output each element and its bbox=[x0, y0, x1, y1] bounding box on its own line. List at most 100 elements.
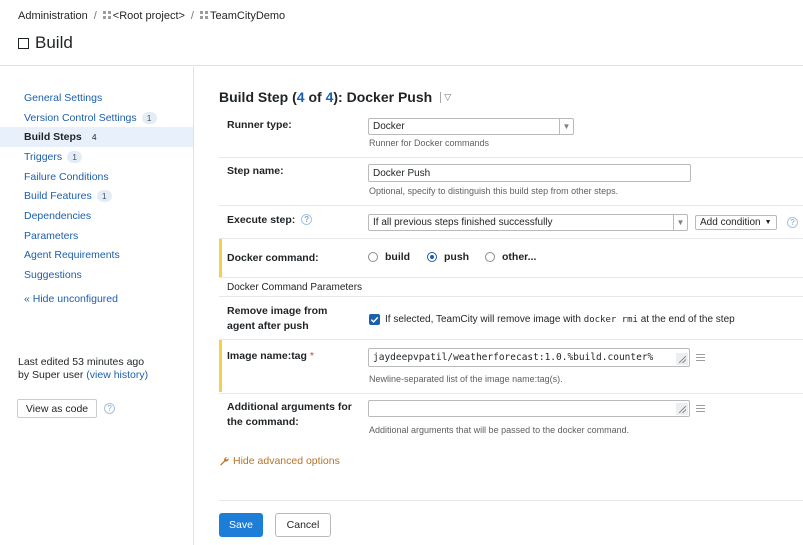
breadcrumb-teamcitydemo[interactable]: TeamCityDemo bbox=[210, 10, 285, 22]
step-name-input[interactable]: Docker Push bbox=[368, 164, 691, 182]
docker-command-other-radio[interactable]: other... bbox=[485, 251, 536, 263]
settings-nav: General Settings Version Control Setting… bbox=[0, 88, 193, 285]
radio-label: push bbox=[444, 251, 470, 263]
save-button[interactable]: Save bbox=[219, 513, 263, 537]
last-edited-time: Last edited 53 minutes ago bbox=[18, 356, 145, 368]
radio-button-selected[interactable] bbox=[427, 252, 437, 262]
count-badge: 1 bbox=[141, 111, 157, 124]
build-step-form: Build Step (4 of 4): Docker Push ▽ Runne… bbox=[195, 67, 803, 545]
build-config-icon bbox=[18, 37, 29, 49]
chevron-down-icon[interactable]: ▽ bbox=[440, 91, 451, 103]
divider bbox=[219, 277, 803, 278]
execute-step-label: Execute step: ? bbox=[227, 213, 313, 228]
parameter-list-icon[interactable] bbox=[696, 405, 705, 412]
sidebar-item-agent-requirements[interactable]: Agent Requirements bbox=[0, 246, 193, 266]
step-name-label: Step name: bbox=[227, 165, 284, 177]
image-name-value: jaydeepvpatil/weatherforecast:1.0.%build… bbox=[373, 352, 654, 363]
hide-advanced-options-link[interactable]: Hide advanced options bbox=[219, 455, 340, 467]
breadcrumb-separator: / bbox=[93, 10, 97, 22]
count-badge: 4 bbox=[91, 132, 97, 143]
sidebar-item-build-steps[interactable]: Build Steps 4 bbox=[0, 127, 193, 148]
execute-step-select[interactable]: If all previous steps finished successfu… bbox=[368, 214, 688, 231]
radio-label: other... bbox=[502, 251, 537, 263]
runner-type-note: Runner for Docker commands bbox=[369, 138, 490, 148]
resize-handle-icon[interactable] bbox=[676, 353, 688, 365]
sidebar-item-label: General Settings bbox=[24, 91, 103, 104]
breadcrumb-administration[interactable]: Administration bbox=[18, 10, 88, 22]
required-field-marker bbox=[219, 239, 222, 277]
runner-type-select[interactable]: Docker ▼ bbox=[368, 118, 574, 135]
chevron-down-icon: ▼ bbox=[673, 215, 687, 230]
sidebar-item-label: Suggestions bbox=[24, 269, 82, 282]
divider bbox=[219, 238, 803, 239]
view-as-code-button[interactable]: View as code bbox=[17, 399, 97, 418]
additional-args-textarea[interactable] bbox=[368, 400, 690, 417]
resize-handle-icon[interactable] bbox=[676, 403, 688, 415]
step-heading: Build Step (4 of 4): Docker Push ▽ bbox=[219, 89, 451, 105]
docker-command-label: Docker command: bbox=[227, 252, 319, 264]
execute-step-label-text: Execute step: bbox=[227, 214, 296, 226]
hide-unconfigured-link[interactable]: « Hide unconfigured bbox=[24, 293, 118, 305]
count-badge: 1 bbox=[96, 190, 112, 203]
sidebar-item-build-features[interactable]: Build Features 1 bbox=[0, 186, 193, 206]
sidebar-item-version-control-settings[interactable]: Version Control Settings 1 bbox=[0, 108, 193, 128]
heading-current-step[interactable]: 4 bbox=[297, 89, 305, 105]
section-header: Docker Command Parameters bbox=[227, 282, 363, 293]
breadcrumb: Administration / <Root project> / TeamCi… bbox=[18, 10, 285, 22]
sidebar-item-label: Agent Requirements bbox=[24, 249, 120, 262]
sidebar-item-dependencies[interactable]: Dependencies bbox=[0, 206, 193, 226]
required-asterisk: * bbox=[309, 350, 314, 362]
remove-image-checkbox[interactable] bbox=[369, 314, 380, 325]
sidebar-item-label: Parameters bbox=[24, 229, 79, 242]
chevron-down-icon: ▼ bbox=[764, 219, 772, 226]
sidebar-item-parameters[interactable]: Parameters bbox=[0, 226, 193, 246]
hide-advanced-options-label: Hide advanced options bbox=[233, 455, 340, 467]
sidebar-item-label: Failure Conditions bbox=[24, 170, 109, 183]
image-name-label-text: Image name:tag bbox=[227, 350, 307, 362]
additional-args-note: Additional arguments that will be passed… bbox=[369, 425, 630, 435]
remove-image-label: Remove image from agent after push bbox=[227, 305, 328, 332]
step-name-note: Optional, specify to distinguish this bu… bbox=[369, 186, 619, 196]
sidebar-item-label: Triggers bbox=[24, 150, 63, 163]
runner-type-label: Runner type: bbox=[227, 119, 292, 131]
add-condition-button[interactable]: Add condition ▼ bbox=[695, 215, 777, 230]
heading-prefix: Build Step ( bbox=[219, 89, 297, 105]
heading-of: of bbox=[304, 89, 326, 105]
page-title: Build bbox=[18, 33, 73, 53]
step-name-value: Docker Push bbox=[373, 167, 431, 179]
help-icon[interactable]: ? bbox=[301, 214, 313, 225]
image-name-textarea[interactable]: jaydeepvpatil/weatherforecast:1.0.%build… bbox=[368, 348, 690, 367]
chevron-down-icon: ▼ bbox=[559, 119, 573, 134]
breadcrumb-separator: / bbox=[190, 10, 194, 22]
divider bbox=[219, 157, 803, 158]
breadcrumb-root-project[interactable]: <Root project> bbox=[113, 10, 185, 22]
docker-command-build-radio[interactable]: build bbox=[368, 251, 410, 263]
count-badge: 1 bbox=[67, 150, 83, 163]
radio-button[interactable] bbox=[368, 252, 378, 262]
cancel-button[interactable]: Cancel bbox=[275, 513, 331, 537]
parameter-list-icon[interactable] bbox=[696, 354, 705, 361]
sidebar-item-failure-conditions[interactable]: Failure Conditions bbox=[0, 167, 193, 187]
runner-type-value: Docker bbox=[373, 121, 405, 132]
image-name-label: Image name:tag * bbox=[227, 349, 314, 364]
sidebar-item-suggestions[interactable]: Suggestions bbox=[0, 265, 193, 285]
last-edited-info: Last edited 53 minutes ago by Super user… bbox=[18, 356, 148, 382]
sidebar-item-triggers[interactable]: Triggers 1 bbox=[0, 147, 193, 167]
help-icon[interactable]: ? bbox=[104, 403, 115, 414]
wrench-icon bbox=[220, 457, 229, 466]
sidebar-item-general-settings[interactable]: General Settings bbox=[0, 88, 193, 108]
help-icon[interactable]: ? bbox=[787, 217, 798, 228]
radio-label: build bbox=[385, 251, 411, 263]
sidebar-item-label: Build Steps bbox=[24, 131, 82, 144]
sidebar-item-label: Version Control Settings bbox=[24, 111, 137, 124]
radio-button[interactable] bbox=[485, 252, 495, 262]
docker-command-push-radio[interactable]: push bbox=[427, 251, 469, 263]
remove-image-description: If selected, TeamCity will remove image … bbox=[385, 314, 735, 325]
last-edited-by: by Super user bbox=[18, 369, 84, 381]
settings-sidebar: General Settings Version Control Setting… bbox=[0, 67, 194, 545]
divider bbox=[219, 296, 803, 297]
sidebar-item-label: Build Features bbox=[24, 190, 92, 203]
view-history-link[interactable]: (view history) bbox=[86, 369, 148, 381]
heading-total-steps[interactable]: 4 bbox=[326, 89, 334, 105]
remove-image-text: If selected, TeamCity will remove image … bbox=[385, 314, 581, 325]
